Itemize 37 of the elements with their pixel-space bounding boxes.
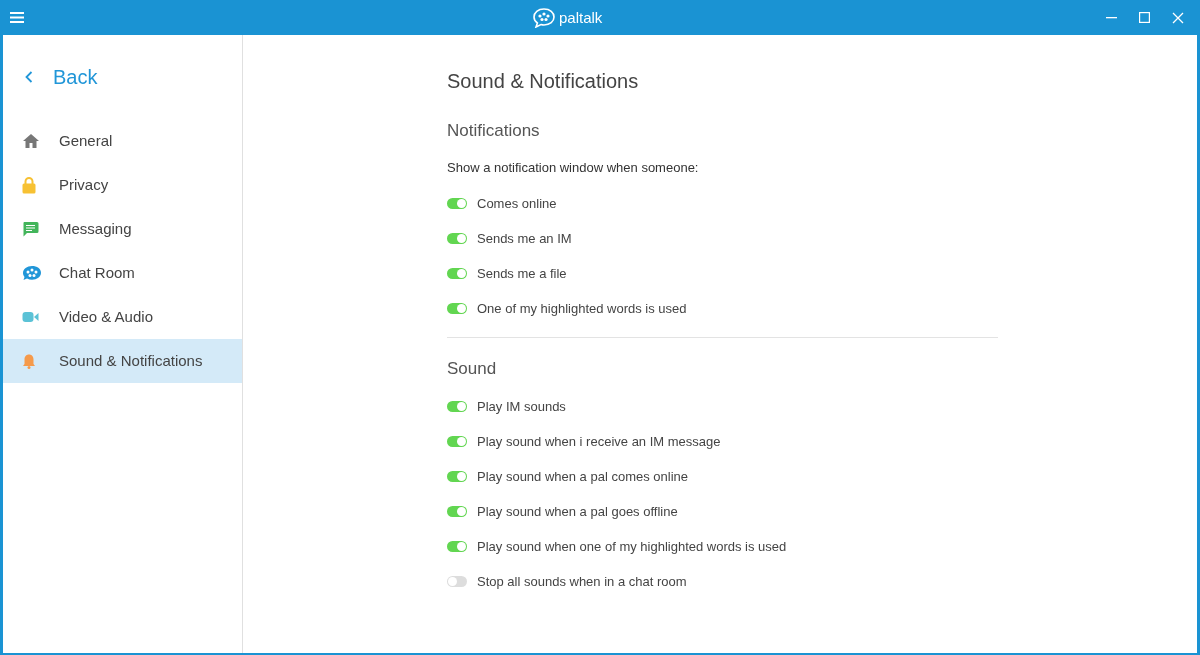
bell-icon	[22, 353, 36, 369]
maximize-icon[interactable]	[1139, 12, 1150, 23]
chevron-left-icon	[25, 71, 33, 83]
sidebar-item[interactable]: Sound & Notifications	[3, 339, 242, 383]
speech-bubble-icon	[22, 265, 42, 281]
toggle-switch[interactable]	[447, 268, 467, 279]
section-description: Show a notification window when someone:	[447, 160, 700, 176]
toggle-switch[interactable]	[447, 401, 467, 412]
section-heading: Notifications	[447, 121, 541, 141]
toggle-switch[interactable]	[447, 471, 467, 482]
toggle-switch[interactable]	[447, 303, 467, 314]
option-label: Sends me an IM	[477, 229, 572, 248]
option-label: Sends me a file	[477, 264, 567, 283]
chat-bubble-icon	[22, 221, 39, 237]
toggle-switch[interactable]	[447, 233, 467, 244]
option-label: Comes online	[477, 194, 557, 213]
close-icon[interactable]	[1172, 11, 1184, 24]
menu-icon[interactable]	[10, 12, 24, 23]
padlock-icon	[22, 176, 36, 194]
app-title: paltalk	[559, 8, 603, 28]
video-camera-icon	[22, 311, 39, 323]
home-icon	[22, 133, 40, 149]
toggle-switch[interactable]	[447, 576, 467, 587]
logo-icon	[533, 8, 555, 29]
option-label: Play sound when i receive an IM message	[477, 432, 721, 451]
section-heading: Sound	[447, 359, 498, 379]
page-title: Sound & Notifications	[447, 69, 640, 93]
option-label: One of my highlighted words is used	[477, 299, 687, 318]
option-label: Play IM sounds	[477, 397, 566, 416]
option-label: Play sound when a pal goes offline	[477, 502, 678, 521]
toggle-switch[interactable]	[447, 436, 467, 447]
option-label: Play sound when a pal comes online	[477, 467, 689, 486]
option-label: Play sound when one of my highlighted words is used	[477, 537, 787, 556]
option-label: Stop all sounds when in a chat room	[477, 572, 687, 591]
toggle-switch[interactable]	[447, 198, 467, 209]
toggle-switch[interactable]	[447, 541, 467, 552]
toggle-switch[interactable]	[447, 506, 467, 517]
